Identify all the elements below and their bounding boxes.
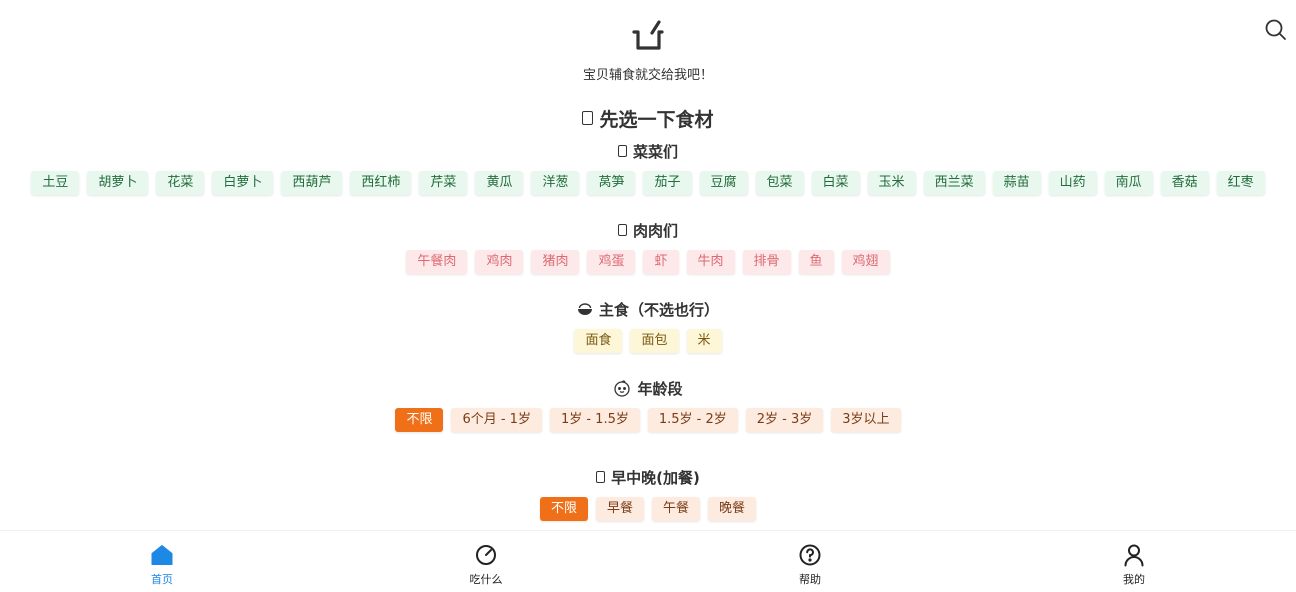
ingredient-selector: 先选一下食材 菜菜们 土豆 胡萝卜 花菜 白萝卜 西葫芦 西红柿 芹菜 黄瓜 洋葱 莴笋 茄子 豆腐包… (0, 104, 1296, 521)
tagline: 宝贝辅食就交给我吧！ (582, 68, 713, 83)
vegetable-chip[interactable]: 玉米 (867, 171, 916, 195)
emoji-placeholder-icon (617, 224, 627, 236)
nav-label: 首页 (151, 573, 173, 586)
vegetable-chip[interactable]: 西兰菜 (923, 171, 985, 195)
age-chip[interactable]: 不限 (395, 408, 444, 432)
vegetable-chip[interactable]: 白萝卜 (212, 171, 274, 195)
age-chip[interactable]: 6个月 - 1岁 (451, 408, 542, 432)
pot-icon (632, 20, 664, 50)
vegetable-chip-list: 土豆 胡萝卜 花菜 白萝卜 西葫芦 西红柿 芹菜 黄瓜 洋葱 莴笋 茄子 豆腐 包菜 白菜 玉米 西兰菜 蒜苗山… (0, 171, 1296, 195)
vegetable-chip[interactable]: 西红柿 (350, 171, 412, 195)
vegetable-chip[interactable]: 豆腐 (699, 171, 748, 195)
meat-chip[interactable]: 虾 (643, 250, 679, 274)
age-chip[interactable]: 1岁 - 1.5岁 (549, 408, 640, 432)
vegetable-chip[interactable]: 芹菜 (419, 171, 468, 195)
age-chip-list: 不限 6个月 - 1岁 1岁 - 1.5岁 1.5岁 - 2岁 2岁 - 3岁 3岁以上 (0, 408, 1296, 432)
user-icon (1124, 544, 1144, 567)
baby-face-icon (614, 380, 631, 397)
vegetable-chip[interactable]: 莴笋 (587, 171, 636, 195)
vegetable-chip[interactable]: 土豆 (31, 171, 80, 195)
page-title: 先选一下食材 (0, 104, 1296, 132)
emoji-placeholder-icon (617, 145, 627, 157)
vegetable-chip[interactable]: 红枣 (1216, 171, 1265, 195)
nav-what-to-eat[interactable]: 吃什么 (324, 531, 648, 592)
age-chip[interactable]: 2岁 - 3岁 (745, 408, 824, 432)
nav-mine[interactable]: 我的 (972, 531, 1296, 592)
emoji-placeholder-icon (596, 471, 606, 483)
meat-chip-list: 午餐肉 鸡肉 猪肉 鸡蛋虾牛肉 排骨鱼鸡翅 (0, 250, 1296, 274)
vegetable-chip[interactable]: 包菜 (755, 171, 804, 195)
vegetable-chip[interactable]: 香菇 (1160, 171, 1209, 195)
nav-label: 吃什么 (469, 573, 503, 586)
staple-chip[interactable]: 面包 (630, 329, 679, 353)
staples-title: 主食（不选也行） (0, 298, 1296, 320)
meat-chip[interactable]: 猪肉 (531, 250, 580, 274)
vegetable-chip[interactable]: 花菜 (156, 171, 205, 195)
staple-chip-list: 面食 面包米 (0, 329, 1296, 353)
meal-chip-list: 不限 早餐 午餐 晚餐 (0, 497, 1296, 521)
vegetable-chip[interactable]: 胡萝卜 (87, 171, 149, 195)
nav-label: 帮助 (799, 573, 821, 586)
staple-chip[interactable]: 米 (686, 329, 722, 353)
vegetable-chip[interactable]: 南瓜 (1104, 171, 1153, 195)
age-chip[interactable]: 1.5岁 - 2岁 (647, 408, 738, 432)
help-icon (799, 544, 821, 566)
meat-chip[interactable]: 排骨 (742, 250, 791, 274)
emoji-placeholder-icon (582, 111, 594, 125)
meats-title: 肉肉们 (0, 219, 1296, 241)
rice-bowl-icon (577, 303, 592, 315)
vegetable-chip[interactable]: 茄子 (643, 171, 692, 195)
vegetable-chip[interactable]: 蒜苗 (992, 171, 1041, 195)
header: 宝贝辅食就交给我吧！ (0, 18, 1296, 83)
meat-chip[interactable]: 鸡蛋 (587, 250, 636, 274)
vegetable-chip[interactable]: 白菜 (811, 171, 860, 195)
nav-help[interactable]: 帮助 (648, 531, 972, 592)
staple-chip[interactable]: 面食 (574, 329, 623, 353)
meat-chip[interactable]: 鸡翅 (841, 250, 890, 274)
vegetable-chip[interactable]: 洋葱 (531, 171, 580, 195)
meat-chip[interactable]: 鱼 (798, 250, 834, 274)
meat-chip[interactable]: 鸡肉 (475, 250, 524, 274)
compass-icon (476, 545, 496, 565)
vegetable-chip[interactable]: 西葫芦 (281, 171, 343, 195)
meat-chip[interactable]: 牛肉 (686, 250, 735, 274)
age-title: 年龄段 (0, 377, 1296, 399)
age-chip[interactable]: 3岁以上 (831, 408, 901, 432)
home-icon (151, 545, 173, 565)
meal-chip[interactable]: 午餐 (652, 497, 701, 521)
vegetables-title: 菜菜们 (0, 140, 1296, 162)
nav-home[interactable]: 首页 (0, 531, 324, 592)
vegetable-chip[interactable]: 黄瓜 (475, 171, 524, 195)
meal-chip[interactable]: 不限 (539, 497, 588, 521)
meal-title: 早中晚(加餐) (0, 466, 1296, 488)
meal-chip[interactable]: 早餐 (595, 497, 644, 521)
meal-chip[interactable]: 晚餐 (708, 497, 757, 521)
nav-label: 我的 (1123, 573, 1145, 586)
vegetable-chip[interactable]: 山药 (1048, 171, 1097, 195)
meat-chip[interactable]: 午餐肉 (406, 250, 468, 274)
bottom-nav: 首页 吃什么 帮助 我的 (0, 530, 1296, 592)
